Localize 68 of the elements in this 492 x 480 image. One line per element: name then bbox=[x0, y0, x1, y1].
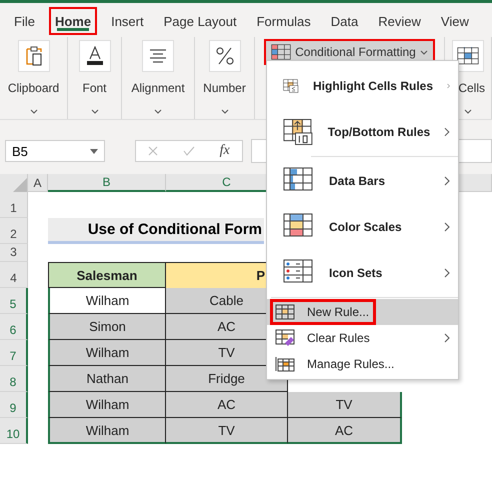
menu-item[interactable]: New Rule... bbox=[267, 299, 458, 325]
ribbon-tab[interactable]: Data bbox=[324, 7, 364, 35]
column-header[interactable]: B bbox=[48, 174, 166, 192]
row-header[interactable]: 4 bbox=[0, 262, 28, 288]
top-bottom-rules-icon bbox=[283, 118, 314, 146]
group-label[interactable]: Cells bbox=[458, 81, 485, 95]
table-header: Salesman bbox=[48, 262, 166, 288]
sheet-title: Use of Conditional Form bbox=[48, 218, 264, 244]
menu-item[interactable]: Highlight Cells Rules bbox=[267, 63, 458, 109]
ribbon-tab[interactable]: Page Layout bbox=[158, 7, 243, 35]
table-cell: AC bbox=[166, 392, 288, 418]
ribbon-tab[interactable]: File bbox=[8, 7, 41, 35]
row-header[interactable]: 7 bbox=[0, 340, 28, 366]
table-cell: Nathan bbox=[48, 366, 166, 392]
ribbon-tab[interactable]: Home bbox=[48, 7, 98, 35]
align-center-icon bbox=[149, 49, 167, 63]
chevron-down-icon bbox=[154, 109, 162, 114]
insert-function-button[interactable]: fx bbox=[220, 143, 230, 159]
row-header[interactable]: 6 bbox=[0, 314, 28, 340]
table-header: P bbox=[166, 262, 266, 288]
table-cell: Wilham bbox=[48, 340, 166, 366]
table-cell: TV bbox=[288, 392, 402, 418]
group-label[interactable]: Font bbox=[82, 81, 106, 95]
table-cell: Fridge bbox=[166, 366, 288, 392]
table-cell: TV bbox=[166, 418, 288, 444]
table-cell: Simon bbox=[48, 314, 166, 340]
caret-icon bbox=[90, 148, 98, 154]
table-cell: Wilham bbox=[48, 392, 166, 418]
menu-item[interactable]: Top/Bottom Rules bbox=[267, 109, 458, 155]
font-color-icon bbox=[86, 46, 104, 66]
new-rule-icon bbox=[275, 304, 295, 320]
chevron-down-icon bbox=[90, 109, 98, 114]
percent-icon bbox=[216, 47, 234, 65]
manage-rules-icon bbox=[275, 356, 295, 372]
ribbon-tab[interactable]: View bbox=[434, 7, 475, 35]
ribbon-tab[interactable]: Review bbox=[372, 7, 427, 35]
caret-icon bbox=[420, 50, 428, 54]
ribbon-tab[interactable]: Formulas bbox=[250, 7, 317, 35]
row-header[interactable]: 3 bbox=[0, 244, 28, 262]
table-cell: Wilham bbox=[48, 288, 166, 314]
row-header[interactable]: 10 bbox=[0, 418, 28, 444]
ribbon-icon-button[interactable] bbox=[208, 40, 240, 72]
check-icon[interactable] bbox=[182, 146, 195, 156]
conditional-format-icon bbox=[271, 44, 292, 60]
column-header[interactable]: A bbox=[28, 174, 48, 192]
clear-rules-icon bbox=[275, 329, 295, 347]
ribbon-tab[interactable]: Insert bbox=[105, 7, 150, 35]
name-box[interactable]: B5 bbox=[5, 140, 105, 162]
group-label[interactable]: Number bbox=[203, 81, 246, 95]
row-header[interactable]: 8 bbox=[0, 366, 28, 392]
ribbon-icon-button[interactable] bbox=[452, 40, 484, 72]
chevron-down-icon bbox=[220, 109, 228, 114]
chevron-down-icon bbox=[30, 109, 38, 114]
group-label[interactable]: Clipboard bbox=[8, 81, 60, 95]
ribbon-icon-button[interactable] bbox=[142, 40, 174, 72]
menu-item[interactable]: Color Scales bbox=[267, 204, 458, 250]
ribbon-icon-button[interactable] bbox=[78, 40, 110, 72]
clipboard-icon bbox=[24, 46, 42, 66]
row-header[interactable]: 5 bbox=[0, 288, 28, 314]
cells-table-icon bbox=[457, 47, 479, 65]
row-header[interactable]: 2 bbox=[0, 218, 28, 244]
row-header[interactable]: 1 bbox=[0, 192, 28, 218]
group-label[interactable]: Alignment bbox=[131, 81, 185, 95]
ribbon-icon-button[interactable] bbox=[18, 40, 50, 72]
row-header[interactable]: 9 bbox=[0, 392, 28, 418]
chevron-down-icon bbox=[464, 109, 472, 114]
table-cell: Wilham bbox=[48, 418, 166, 444]
table-cell: AC bbox=[288, 418, 402, 444]
